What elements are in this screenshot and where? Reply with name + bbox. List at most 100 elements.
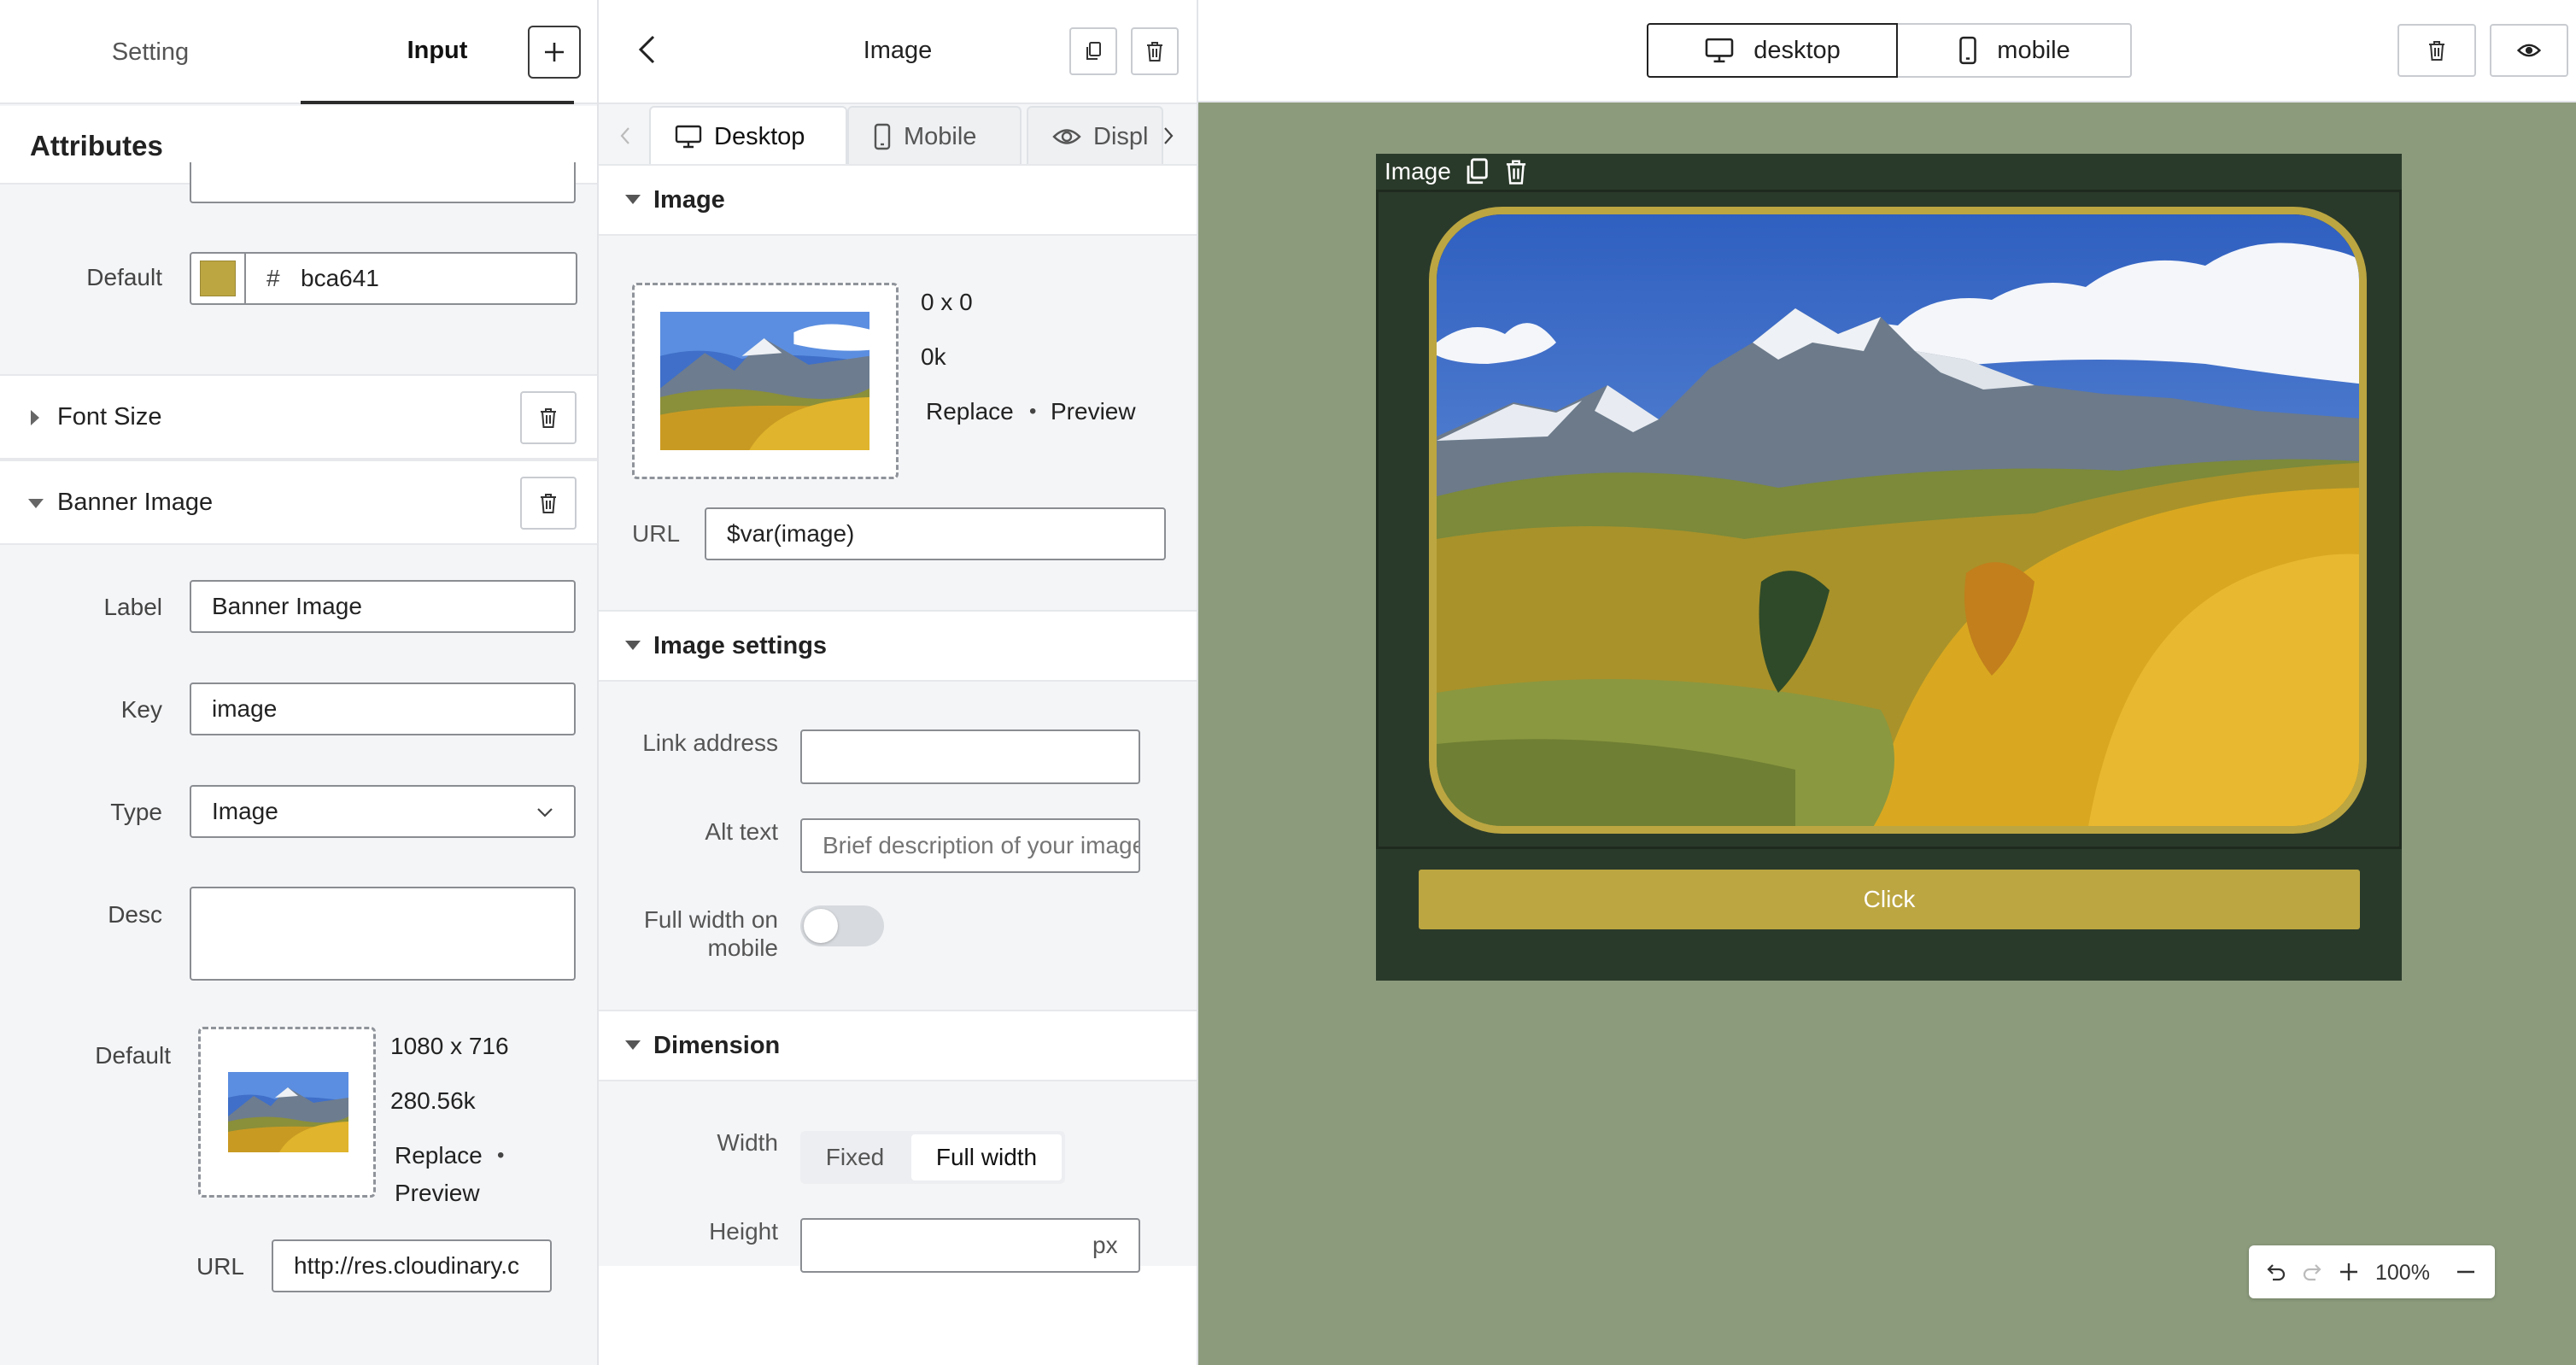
font-size-title: Font Size	[57, 403, 162, 431]
image-url-label: URL	[632, 520, 681, 547]
copy-icon	[1086, 42, 1101, 60]
hash-symbol: #	[266, 265, 280, 291]
key-input[interactable]: image	[190, 682, 576, 735]
chevron-down-icon	[537, 808, 553, 817]
settings-header: Image	[599, 0, 1197, 104]
image-dimensions: 0 x 0	[921, 289, 973, 315]
trash-icon	[2429, 41, 2444, 61]
height-label: Height	[709, 1218, 778, 1245]
full-width-mobile-toggle[interactable]	[800, 905, 884, 946]
image-element[interactable]	[1376, 190, 2402, 849]
image-settings-title: Image settings	[653, 632, 828, 659]
link-separator: •	[497, 1144, 505, 1167]
dimension-title: Dimension	[653, 1032, 781, 1059]
link-address-input[interactable]	[800, 729, 1140, 784]
tab-setting[interactable]: Setting	[0, 0, 301, 104]
add-input-button[interactable]	[528, 26, 581, 79]
device-tabs: Desktop Mobile Displ	[599, 104, 1197, 166]
delete-element-button[interactable]	[1131, 27, 1179, 75]
scroll-left-icon[interactable]	[619, 126, 631, 145]
default-color-label: Default	[86, 264, 162, 290]
banner-image-section[interactable]: Banner Image	[0, 460, 597, 545]
panel-tabbar: Setting Input	[0, 0, 597, 104]
previous-desc-textarea[interactable]	[190, 162, 576, 203]
label-input[interactable]: Banner Image	[190, 580, 576, 633]
color-swatch[interactable]	[191, 254, 246, 303]
link-separator: •	[1029, 400, 1037, 423]
color-hex-value[interactable]: bca641	[301, 265, 379, 292]
height-input[interactable]: px	[800, 1218, 1140, 1273]
caret-down-icon	[625, 641, 641, 650]
email-block[interactable]: Image Click	[1376, 154, 2402, 981]
type-select[interactable]: Image	[190, 785, 576, 838]
preview-canvas: desktop mobile Image Click 100%	[1198, 0, 2576, 1365]
zoom-controls: 100%	[2249, 1245, 2495, 1298]
desc-textarea[interactable]	[190, 887, 576, 981]
tab-mobile-label: Mobile	[904, 122, 977, 150]
redo-icon[interactable]	[2302, 1262, 2322, 1281]
width-full-option[interactable]: Full width	[911, 1134, 1062, 1180]
width-fixed-option[interactable]: Fixed	[804, 1134, 906, 1180]
dimension-section-header[interactable]: Dimension	[599, 1010, 1197, 1081]
zoom-in-icon[interactable]	[2339, 1262, 2359, 1282]
caret-down-icon	[28, 499, 44, 508]
duplicate-button[interactable]	[1069, 27, 1117, 75]
zoom-level: 100%	[2375, 1261, 2430, 1285]
image-url-input[interactable]: $var(image)	[705, 507, 1166, 560]
tab-display[interactable]: Displ	[1027, 106, 1163, 166]
image-settings-header[interactable]: Image settings	[599, 610, 1197, 682]
image-settings-body: Link address Alt text Full width on mobi…	[599, 682, 1197, 1010]
replace-image-link[interactable]: Replace	[395, 1142, 483, 1169]
mobile-icon	[874, 123, 891, 150]
canvas-toolbar: desktop mobile	[1198, 0, 2576, 103]
desktop-icon	[675, 125, 702, 149]
scroll-right-icon[interactable]	[1162, 126, 1174, 145]
width-label: Width	[717, 1129, 778, 1156]
font-size-section[interactable]: Font Size	[0, 374, 597, 460]
selected-element-badge: Image	[1376, 154, 1537, 190]
mobile-view-button[interactable]: mobile	[1898, 23, 2132, 78]
color-picker[interactable]: # bca641	[190, 252, 577, 305]
replace-image-link[interactable]: Replace	[926, 398, 1014, 425]
alt-text-input[interactable]	[800, 818, 1140, 873]
width-mode-segmented: Fixed Full width	[800, 1131, 1065, 1184]
link-address-label: Link address	[642, 729, 778, 756]
preview-button[interactable]	[2490, 24, 2568, 77]
full-width-mobile-label: Full width on mobile	[643, 906, 778, 961]
key-field-label: Key	[120, 696, 162, 723]
attributes-panel: Setting Input Attributes Default # bca64…	[0, 0, 599, 1365]
delete-banner-image-button[interactable]	[520, 477, 577, 530]
default-image-size: 280.56k	[390, 1087, 476, 1114]
default-image-thumbnail-box[interactable]	[198, 1027, 376, 1198]
tab-mobile[interactable]: Mobile	[847, 106, 1022, 166]
type-select-value: Image	[212, 798, 278, 824]
banner-image-title: Banner Image	[57, 489, 214, 516]
type-field-label: Type	[110, 799, 162, 825]
undo-icon[interactable]	[2266, 1262, 2286, 1281]
delete-font-size-button[interactable]	[520, 391, 577, 444]
desc-field-label: Desc	[108, 901, 162, 928]
image-size: 0k	[921, 343, 946, 370]
desktop-view-button[interactable]: desktop	[1647, 23, 1898, 78]
caret-down-icon	[625, 1040, 641, 1050]
image-thumbnail-box[interactable]	[632, 283, 899, 479]
image-section-title: Image	[653, 186, 725, 214]
trash-icon[interactable]	[1504, 158, 1528, 185]
preview-image-link[interactable]: Preview	[1051, 398, 1136, 425]
eye-icon	[2517, 44, 2541, 57]
zoom-out-icon[interactable]	[2456, 1262, 2476, 1282]
tab-desktop[interactable]: Desktop	[649, 106, 847, 166]
landscape-image	[1437, 214, 2359, 826]
trash-icon	[541, 408, 556, 428]
clear-canvas-button[interactable]	[2397, 24, 2476, 77]
url-input[interactable]: http://res.cloudinary.c	[272, 1239, 552, 1292]
mobile-view-label: mobile	[1997, 36, 2070, 64]
copy-icon[interactable]	[1463, 157, 1490, 186]
preview-image-link[interactable]: Preview	[395, 1180, 480, 1207]
alt-text-label: Alt text	[705, 818, 778, 845]
cta-button[interactable]: Click	[1419, 870, 2360, 929]
trash-icon	[541, 494, 556, 513]
element-settings-panel: Image Desktop Mobile Displ Image 0 x 0 0…	[599, 0, 1198, 1365]
image-section-header[interactable]: Image	[599, 164, 1197, 236]
caret-right-icon	[31, 410, 39, 425]
